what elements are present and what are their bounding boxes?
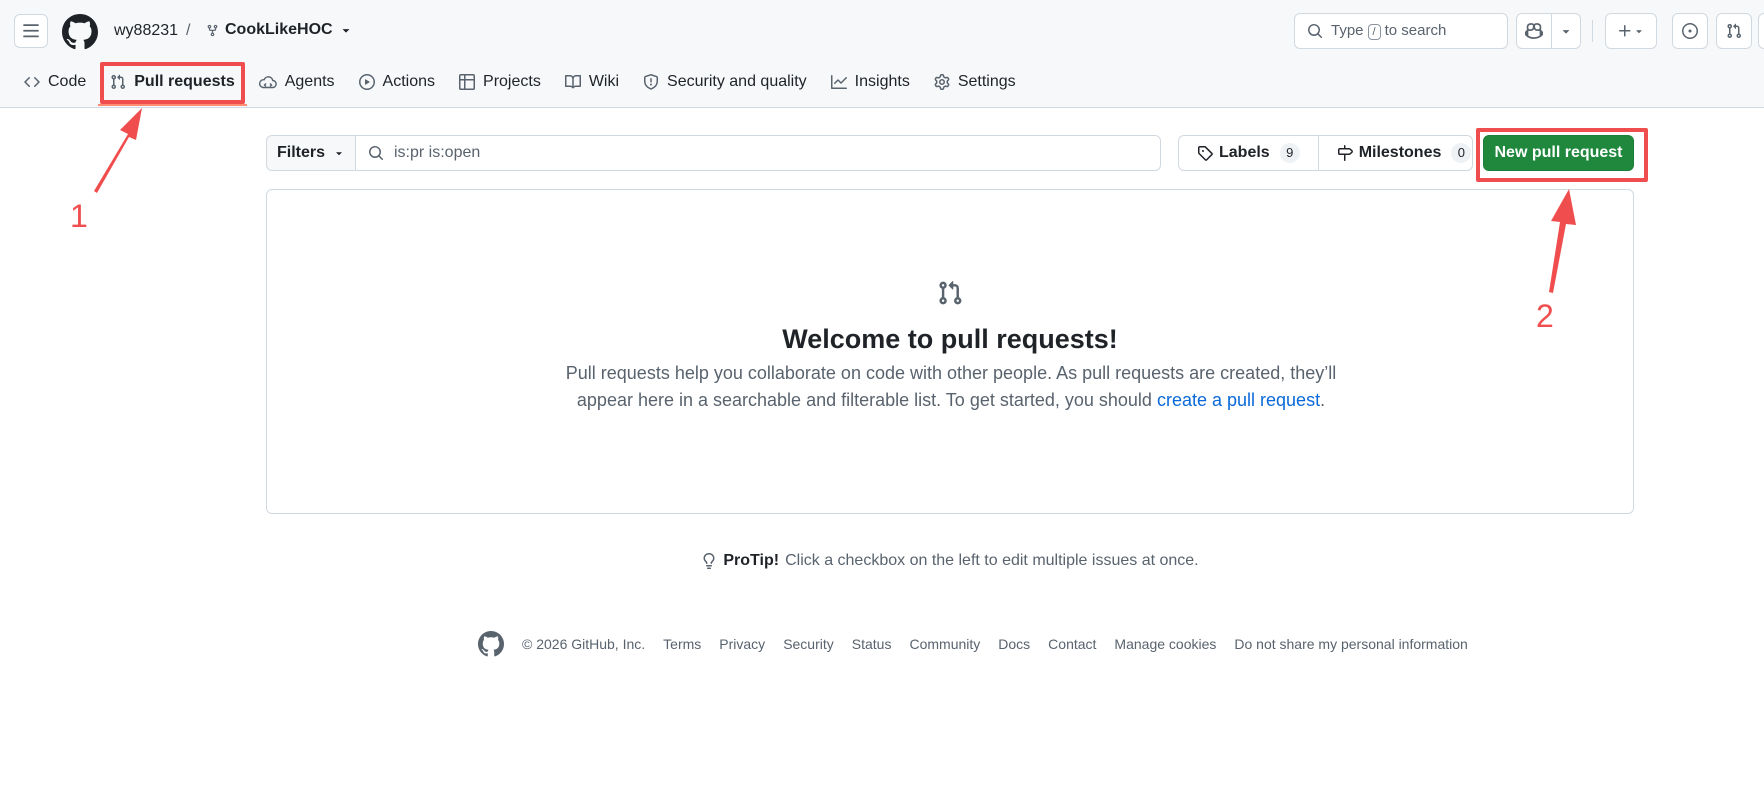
labels-label: Labels xyxy=(1219,144,1270,161)
search-shortcut-key: / xyxy=(1367,24,1381,40)
tab-label: Code xyxy=(48,73,87,90)
caret-down-icon xyxy=(1636,30,1642,34)
graph-icon xyxy=(830,75,847,89)
copilot-dropdown-button[interactable] xyxy=(1551,13,1581,49)
header-divider xyxy=(1592,20,1593,42)
milestone-icon xyxy=(1337,145,1353,161)
annotation-box-new-pull-request xyxy=(1476,128,1648,182)
breadcrumb-repo[interactable]: CookLikeHOC xyxy=(206,21,353,39)
menu-button[interactable] xyxy=(14,14,48,48)
play-icon xyxy=(358,74,375,90)
footer-link-community[interactable]: Community xyxy=(909,636,980,652)
search-prefix: Type xyxy=(1331,22,1364,39)
user-avatar-button[interactable] xyxy=(1758,13,1764,49)
plus-icon xyxy=(1619,25,1631,37)
caret-down-icon xyxy=(336,152,342,156)
protip: ProTip! Click a checkbox on the left to … xyxy=(0,552,1764,570)
tag-icon xyxy=(1198,146,1213,161)
search-icon xyxy=(369,146,384,161)
search-icon xyxy=(1308,24,1323,39)
tab-label: Insights xyxy=(854,73,910,90)
tab-label: Settings xyxy=(957,73,1016,90)
protip-label: ProTip! xyxy=(723,552,780,569)
empty-state-title: Welcome to pull requests! xyxy=(782,324,1118,354)
tab-settings[interactable]: Settings xyxy=(922,66,1028,98)
global-search-input[interactable]: Type / to search xyxy=(1294,13,1508,49)
github-logo-icon[interactable] xyxy=(62,14,98,50)
copilot-button[interactable] xyxy=(1516,13,1552,49)
code-icon xyxy=(24,76,40,88)
light-bulb-icon xyxy=(703,553,715,569)
filters-label: Filters xyxy=(276,144,325,161)
footer-link-status[interactable]: Status xyxy=(852,636,892,652)
labels-count: 9 xyxy=(1279,143,1300,163)
protip-text: Click a checkbox on the left to edit mul… xyxy=(785,552,1199,569)
page-footer: © 2026 GitHub, Inc. Terms Privacy Securi… xyxy=(478,630,1468,658)
footer-link-manage-cookies[interactable]: Manage cookies xyxy=(1114,636,1216,652)
tab-label: Security and quality xyxy=(667,73,807,90)
tab-security[interactable]: Security and quality xyxy=(631,66,819,98)
create-new-button[interactable] xyxy=(1605,13,1657,49)
copilot-icon xyxy=(1525,23,1543,39)
issue-opened-icon xyxy=(1682,23,1698,39)
create-pull-request-link[interactable]: create a pull request xyxy=(1157,390,1320,410)
labels-button[interactable]: Labels 9 xyxy=(1179,136,1318,170)
repo-header: wy88231 / CookLikeHOC Type / to search Cod… xyxy=(0,0,1764,108)
tab-projects[interactable]: Projects xyxy=(447,66,553,98)
milestones-button[interactable]: Milestones 0 xyxy=(1317,136,1490,170)
footer-link-terms[interactable]: Terms xyxy=(663,636,701,652)
tab-wiki[interactable]: Wiki xyxy=(553,66,631,98)
hamburger-icon xyxy=(23,24,39,38)
footer-link-privacy[interactable]: Privacy xyxy=(719,636,765,652)
breadcrumb-owner[interactable]: wy88231 xyxy=(114,22,178,40)
footer-copyright: © 2026 GitHub, Inc. xyxy=(522,636,646,652)
agents-icon xyxy=(258,76,277,89)
tab-label: Agents xyxy=(284,73,335,90)
tab-agents[interactable]: Agents xyxy=(247,66,347,98)
tab-label: Projects xyxy=(483,73,541,90)
milestones-label: Milestones xyxy=(1358,144,1442,161)
empty-state-text-end: . xyxy=(1320,390,1326,410)
shield-icon xyxy=(644,74,659,90)
annotation-arrow-1 xyxy=(94,108,142,193)
repo-name: CookLikeHOC xyxy=(225,21,333,38)
breadcrumb-separator: / xyxy=(186,22,191,39)
tab-label: Wiki xyxy=(588,73,620,90)
book-icon xyxy=(564,74,581,89)
tab-insights[interactable]: Insights xyxy=(819,66,922,98)
labels-milestones-group: Labels 9 Milestones 0 xyxy=(1178,135,1473,171)
annotation-number-2: 2 xyxy=(1536,298,1554,334)
milestones-count: 0 xyxy=(1451,143,1472,163)
table-icon xyxy=(459,74,476,90)
footer-link-do-not-share[interactable]: Do not share my personal information xyxy=(1234,636,1467,652)
tab-actions[interactable]: Actions xyxy=(347,66,447,98)
caret-down-icon xyxy=(342,29,349,33)
filter-input[interactable] xyxy=(394,144,1094,162)
git-pull-request-icon xyxy=(1727,23,1742,39)
git-pull-request-icon xyxy=(939,280,962,305)
filter-search-field[interactable] xyxy=(355,135,1161,171)
gear-icon xyxy=(934,74,950,90)
footer-link-security[interactable]: Security xyxy=(783,636,834,652)
empty-state-description: Pull requests help you collaborate on co… xyxy=(551,360,1351,414)
annotation-box-pull-requests xyxy=(100,62,245,104)
footer-link-contact[interactable]: Contact xyxy=(1048,636,1096,652)
footer-link-docs[interactable]: Docs xyxy=(998,636,1030,652)
github-logo-icon[interactable] xyxy=(478,631,504,657)
tab-label: Actions xyxy=(382,73,436,90)
search-suffix: to search xyxy=(1384,22,1447,39)
tab-code[interactable]: Code xyxy=(12,66,98,98)
repo-forked-icon xyxy=(207,24,218,36)
issues-button[interactable] xyxy=(1672,13,1708,49)
empty-state-panel: Welcome to pull requests! Pull requests … xyxy=(266,189,1634,514)
caret-down-icon xyxy=(1562,30,1570,34)
filters-button[interactable]: Filters xyxy=(266,135,356,171)
annotation-number-1: 1 xyxy=(70,198,88,234)
pull-requests-button[interactable] xyxy=(1716,13,1752,49)
